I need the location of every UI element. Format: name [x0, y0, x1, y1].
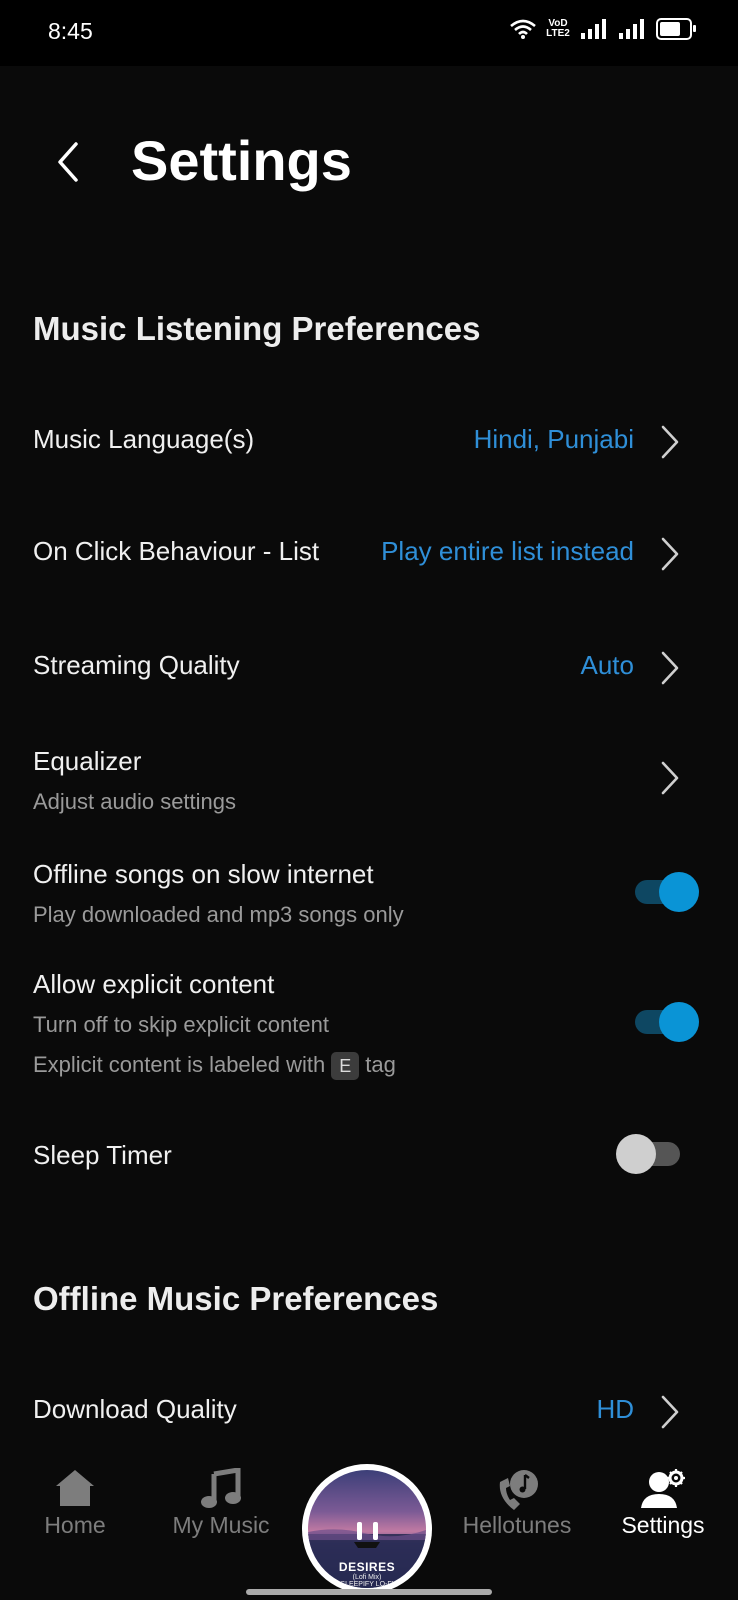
explicit-content-subtitle: Turn off to skip explicit content — [33, 1012, 329, 1037]
on-click-behaviour-row[interactable]: On Click Behaviour - List Play entire li… — [0, 512, 738, 596]
music-language-value: Hindi, Punjabi — [473, 424, 634, 454]
section-title-music-listening: Music Listening Preferences — [33, 310, 481, 347]
equalizer-label: Equalizer — [33, 746, 142, 776]
album-art: DESIRES (Lofi Mix) SLEEPIFY LO-FI — [308, 1470, 426, 1588]
sleep-timer-label: Sleep Timer — [33, 1140, 172, 1170]
sleep-timer-toggle[interactable] — [616, 1134, 682, 1174]
home-indicator — [246, 1589, 492, 1595]
equalizer-row[interactable]: Equalizer Adjust audio settings — [0, 736, 738, 828]
nav-hellotunes[interactable]: Hellotunes — [442, 1456, 592, 1566]
now-playing-title: DESIRES — [338, 1560, 396, 1574]
explicit-e-tag: E — [331, 1052, 360, 1081]
home-icon — [56, 1470, 94, 1506]
nav-my-music-label: My Music — [172, 1512, 270, 1538]
nav-my-music[interactable]: My Music — [146, 1456, 296, 1566]
explicit-content-row: Allow explicit content Turn off to skip … — [0, 962, 738, 1086]
explicit-content-toggle[interactable] — [633, 1002, 699, 1042]
download-quality-label: Download Quality — [33, 1394, 237, 1424]
battery-icon — [656, 18, 696, 40]
on-click-behaviour-value: Play entire list instead — [381, 536, 634, 566]
equalizer-subtitle: Adjust audio settings — [33, 789, 237, 814]
wifi-icon — [510, 19, 536, 39]
explicit-content-label: Allow explicit content — [33, 969, 275, 999]
streaming-quality-label: Streaming Quality — [33, 650, 240, 680]
chevron-left-icon — [58, 142, 78, 182]
chevron-right-icon — [661, 537, 679, 571]
now-playing-button[interactable]: DESIRES (Lofi Mix) SLEEPIFY LO-FI — [302, 1464, 432, 1594]
pause-icon — [353, 1522, 383, 1542]
nav-home-label: Home — [44, 1512, 106, 1538]
status-time: 8:45 — [48, 18, 93, 44]
offline-slow-internet-toggle[interactable] — [633, 872, 699, 912]
download-quality-value: HD — [596, 1394, 634, 1424]
explicit-note-suffix: tag — [365, 1052, 396, 1077]
now-playing-subtitle: (Lofi Mix) SLEEPIFY LO-FI — [308, 1574, 426, 1588]
chevron-right-icon — [661, 1395, 679, 1429]
chevron-right-icon — [661, 425, 679, 459]
status-bar: 8:45 VoD LTE2 — [0, 0, 738, 66]
chevron-right-icon — [661, 651, 679, 685]
offline-slow-internet-row: Offline songs on slow internet Play down… — [0, 850, 738, 942]
status-icons: VoD LTE2 — [510, 18, 696, 40]
nav-home[interactable]: Home — [0, 1456, 150, 1566]
music-language-row[interactable]: Music Language(s) Hindi, Punjabi — [0, 400, 738, 484]
on-click-behaviour-label: On Click Behaviour - List — [33, 536, 320, 566]
streaming-quality-value: Auto — [580, 650, 635, 680]
signal-icon — [581, 19, 606, 39]
explicit-content-note: Explicit content is labeled with Etag — [33, 1052, 396, 1081]
explicit-note-text: Explicit content is labeled with — [33, 1052, 326, 1077]
nav-settings[interactable]: Settings — [588, 1456, 738, 1566]
signal-icon-2 — [619, 19, 644, 39]
music-note-icon — [201, 1468, 241, 1508]
now-playing-artist: SLEEPIFY LO-FI — [340, 1581, 394, 1588]
download-quality-row[interactable]: Download Quality HD — [0, 1370, 738, 1454]
page-title: Settings — [131, 129, 352, 192]
hellotunes-icon — [499, 1470, 538, 1510]
streaming-quality-row[interactable]: Streaming Quality Auto — [0, 624, 738, 708]
nav-hellotunes-label: Hellotunes — [462, 1512, 572, 1538]
volte-indicator: VoD LTE2 — [546, 18, 570, 39]
nav-settings-label: Settings — [621, 1512, 705, 1538]
section-title-offline-music: Offline Music Preferences — [33, 1280, 439, 1317]
back-button[interactable] — [50, 138, 90, 186]
offline-slow-internet-subtitle: Play downloaded and mp3 songs only — [33, 902, 404, 927]
music-language-label: Music Language(s) — [33, 424, 255, 454]
chevron-right-icon — [661, 761, 679, 795]
offline-slow-internet-label: Offline songs on slow internet — [33, 859, 374, 889]
now-playing-mix: (Lofi Mix) — [352, 1574, 382, 1581]
user-settings-icon — [641, 1469, 685, 1508]
sleep-timer-row: Sleep Timer — [0, 1134, 738, 1218]
